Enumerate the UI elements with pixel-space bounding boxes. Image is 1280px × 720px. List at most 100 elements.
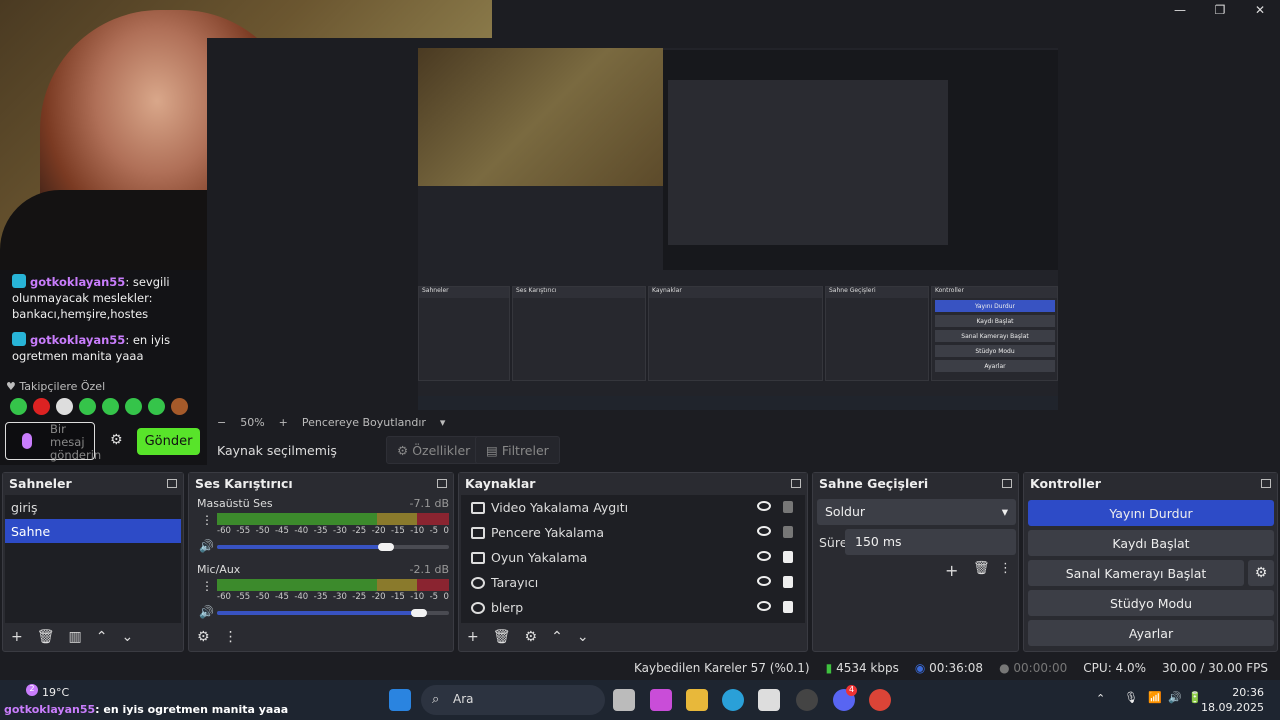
eye-icon[interactable] [757,601,771,611]
emote-icon[interactable] [79,398,96,415]
transition-select[interactable]: Soldur ▾ [817,499,1016,525]
microphone-icon[interactable]: 🎙 [1124,691,1138,704]
lock-icon[interactable] [783,551,793,563]
fit-window-dropdown[interactable]: Pencereye Boyutlandır [302,416,426,429]
copilot-icon[interactable] [650,689,672,711]
file-explorer-icon[interactable] [686,689,708,711]
unlock-icon[interactable] [783,501,793,513]
emote-icon[interactable] [102,398,119,415]
kebab-menu-icon[interactable]: ⋮ [999,561,1012,576]
trash-icon[interactable]: 🗑 [493,629,511,645]
source-item[interactable]: Oyun Yakalama [461,545,805,570]
volume-icon[interactable]: 🔊 [1168,691,1182,704]
preview-canvas[interactable]: Sahneler Ses Karıştırıcı Kaynaklar Sahne… [418,48,1058,410]
volume-knob[interactable] [410,609,427,617]
clock-time: 20:36 [1232,686,1264,699]
minimize-button[interactable]: — [1160,0,1200,20]
taskbar-search[interactable]: Ara [421,685,605,715]
duration-spinbox[interactable]: 150 ms [845,529,1016,555]
virtual-camera-button[interactable]: Sanal Kamerayı Başlat [1028,560,1244,586]
add-icon[interactable]: + [11,629,23,645]
emote-icon[interactable] [125,398,142,415]
chat-input[interactable]: Bir mesaj gönderin [5,422,101,462]
volume-fill [217,611,419,615]
level-meter [217,579,449,591]
source-item[interactable]: blerp [461,595,805,620]
restore-button[interactable]: ❐ [1200,0,1240,20]
advanced-audio-icon[interactable]: ⚙ [197,629,210,645]
eye-icon[interactable] [757,576,771,586]
filters-button[interactable]: ▤ Filtreler [475,436,560,464]
lock-icon[interactable] [783,601,793,613]
properties-button[interactable]: ⚙ Özellikler [386,436,482,464]
settings-button[interactable]: Ayarlar [1028,620,1274,646]
emote-icon[interactable] [171,398,188,415]
eye-icon[interactable] [757,501,771,511]
unlock-icon[interactable] [783,526,793,538]
chat-username[interactable]: gotkoklayan55 [30,275,125,289]
lock-icon[interactable] [783,576,793,588]
weather-widget[interactable]: 19°C [42,686,69,699]
add-icon[interactable]: + [467,629,479,645]
chrome-icon[interactable] [869,689,891,711]
stop-stream-button[interactable]: Yayını Durdur [1028,500,1274,526]
emote-icon[interactable] [33,398,50,415]
chat-overlay-line: gotkoklayan55: en iyis ogretmen manita y… [4,703,289,716]
obs-icon[interactable] [796,689,818,711]
studio-mode-button[interactable]: Stüdyo Modu [1028,590,1274,616]
gear-icon[interactable]: ⚙ [1248,560,1274,586]
zoom-in-icon[interactable]: + [279,416,288,429]
windows-start-icon[interactable] [389,689,411,711]
store-icon[interactable] [758,689,780,711]
wifi-icon[interactable]: 📶 [1148,691,1162,704]
gear-icon[interactable]: ⚙ [525,629,538,645]
eye-icon[interactable] [757,551,771,561]
popout-icon[interactable] [1261,479,1271,488]
source-item[interactable]: Video Yakalama Aygıtı [461,495,805,520]
emote-icon[interactable] [56,398,73,415]
clock[interactable]: 20:36 18.09.2025 [1201,685,1264,715]
tick-label: -55 [236,526,251,536]
task-view-icon[interactable] [613,689,635,711]
emote-icon[interactable] [148,398,165,415]
filter-icon[interactable]: ▥ [69,629,82,645]
scene-item-selected[interactable]: Sahne [5,519,181,543]
weather-badge: 2 [26,684,38,696]
move-down-icon[interactable]: ⌄ [121,629,133,645]
move-up-icon[interactable]: ⌃ [96,629,108,645]
window-titlebar: — ❐ ✕ [492,0,1280,38]
chat-username[interactable]: gotkoklayan55 [30,333,125,347]
chevron-down-icon[interactable]: ▾ [440,416,446,429]
popout-icon[interactable] [437,479,447,488]
speaker-icon[interactable]: 🔊 [199,539,214,553]
kebab-menu-icon[interactable]: ⋮ [201,513,213,527]
battery-icon[interactable]: 🔋 [1188,691,1202,704]
move-down-icon[interactable]: ⌄ [577,629,589,645]
source-item[interactable]: Pencere Yakalama [461,520,805,545]
microphone-icon[interactable] [22,433,32,449]
close-button[interactable]: ✕ [1240,0,1280,20]
gear-icon: ⚙ [397,442,409,458]
send-button[interactable]: Gönder [137,428,200,455]
edge-icon[interactable] [722,689,744,711]
popout-icon[interactable] [167,479,177,488]
emote-icon[interactable] [10,398,27,415]
trash-icon[interactable]: 🗑 [973,561,990,576]
move-up-icon[interactable]: ⌃ [551,629,563,645]
volume-knob[interactable] [378,543,395,551]
kebab-menu-icon[interactable]: ⋮ [201,579,213,593]
popout-icon[interactable] [1002,479,1012,488]
zoom-out-icon[interactable]: − [217,416,226,429]
add-icon[interactable]: + [945,561,958,580]
eye-icon[interactable] [757,526,771,536]
start-recording-button[interactable]: Kaydı Başlat [1028,530,1274,556]
chevron-down-icon: ▾ [1001,504,1008,519]
chevron-up-icon[interactable]: ⌃ [1096,692,1105,705]
trash-icon[interactable]: 🗑 [37,629,55,645]
gear-icon[interactable]: ⚙ [110,432,123,448]
kebab-menu-icon[interactable]: ⋮ [224,629,238,645]
speaker-icon[interactable]: 🔊 [199,605,214,619]
popout-icon[interactable] [791,479,801,488]
source-item[interactable]: Tarayıcı [461,570,805,595]
scene-item[interactable]: giriş [5,495,181,519]
